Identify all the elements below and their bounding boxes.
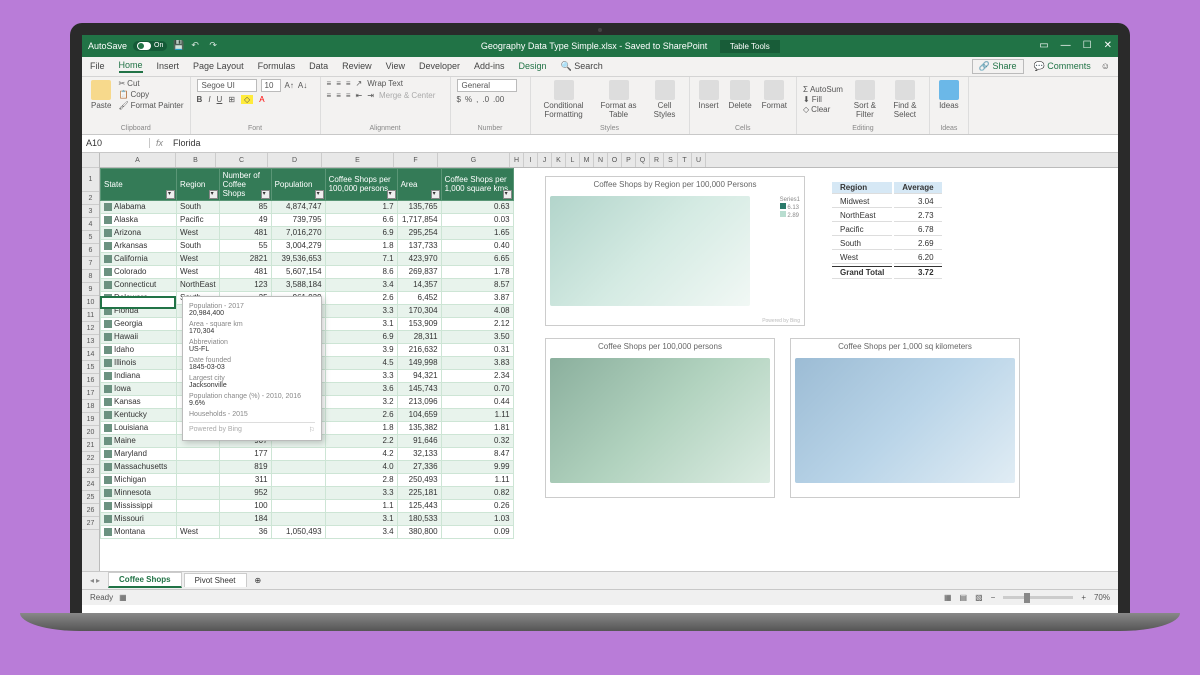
font-size-selector[interactable]: 10 xyxy=(261,79,281,92)
autosave-toggle[interactable]: On xyxy=(133,41,167,51)
column-header[interactable]: Population xyxy=(271,168,325,200)
sheet-tabs: ◂▸ Coffee Shops Pivot Sheet ⊕ xyxy=(82,571,1118,589)
conditional-formatting-button[interactable]: Conditional Formatting xyxy=(537,79,591,120)
ribbon: Paste ✂ Cut 📋 Copy 🖌 Format Painter Clip… xyxy=(82,77,1118,135)
status-ready: Ready xyxy=(90,593,113,602)
account-icon[interactable]: ☺ xyxy=(1101,61,1110,71)
font-selector[interactable]: Segoe UI xyxy=(197,79,257,92)
chart-per-100k-map[interactable]: Coffee Shops per 100,000 persons xyxy=(545,338,775,498)
table-tools-tab[interactable]: Table Tools xyxy=(720,40,780,53)
formula-input[interactable]: Florida xyxy=(169,138,1118,148)
tab-view[interactable]: View xyxy=(386,61,405,71)
clear-button[interactable]: ◇ Clear xyxy=(803,105,843,114)
format-cells-button[interactable]: Format xyxy=(759,79,790,111)
font-color-button[interactable]: A xyxy=(259,95,264,104)
status-bar: Ready ▦ ▦ ▤ ▧ − + 70% xyxy=(82,589,1118,605)
align-top-icon[interactable]: ≡ xyxy=(327,79,332,88)
cut-button[interactable]: ✂ Cut xyxy=(118,79,183,88)
prev-sheet-icon[interactable]: ◂ xyxy=(90,576,94,585)
format-as-table-button[interactable]: Format as Table xyxy=(595,79,643,120)
border-button[interactable]: ⊞ xyxy=(228,95,235,104)
chart-region-map[interactable]: Coffee Shops by Region per 100,000 Perso… xyxy=(545,176,805,326)
maximize-icon[interactable]: ☐ xyxy=(1083,40,1092,51)
sheet-tab-pivot[interactable]: Pivot Sheet xyxy=(184,573,247,587)
zoom-slider[interactable] xyxy=(1003,596,1073,599)
column-header[interactable]: Coffee Shops per 100,000 persons xyxy=(325,168,397,200)
tab-home[interactable]: Home xyxy=(119,60,143,73)
column-header[interactable]: Number of Coffee Shops xyxy=(219,168,271,200)
percent-icon[interactable]: % xyxy=(465,95,472,104)
tab-file[interactable]: File xyxy=(90,61,105,71)
view-page-icon[interactable]: ▤ xyxy=(960,593,968,602)
bold-button[interactable]: B xyxy=(197,95,203,104)
chart-per-1000km-map[interactable]: Coffee Shops per 1,000 sq kilometers xyxy=(790,338,1020,498)
paste-button[interactable]: Paste xyxy=(88,79,114,111)
underline-button[interactable]: U xyxy=(217,95,223,104)
find-select-button[interactable]: Find & Select xyxy=(887,79,923,120)
column-header[interactable]: Region xyxy=(177,168,220,200)
pivot-table[interactable]: RegionAverage Midwest3.04NorthEast2.73Pa… xyxy=(830,180,944,281)
redo-icon[interactable]: ↷ xyxy=(209,40,221,52)
tab-insert[interactable]: Insert xyxy=(157,61,180,71)
tab-design[interactable]: Design xyxy=(519,61,547,71)
name-box[interactable]: A10 xyxy=(82,138,150,148)
comments-button[interactable]: 💬 Comments xyxy=(1034,61,1091,72)
data-card-popup: Population - 201720,984,400 Area - squar… xyxy=(182,296,322,441)
minimize-icon[interactable]: — xyxy=(1061,40,1071,51)
fill-button[interactable]: ⬇ Fill xyxy=(803,95,843,104)
sheet-tab-coffee-shops[interactable]: Coffee Shops xyxy=(108,572,182,588)
zoom-out-icon[interactable]: − xyxy=(991,593,996,602)
active-cell[interactable] xyxy=(100,296,176,309)
tab-data[interactable]: Data xyxy=(309,61,328,71)
sort-filter-button[interactable]: Sort & Filter xyxy=(847,79,883,120)
cell-styles-button[interactable]: Cell Styles xyxy=(647,79,683,120)
ideas-button[interactable]: Ideas xyxy=(936,79,962,111)
tab-addins[interactable]: Add-ins xyxy=(474,61,505,71)
insert-cells-button[interactable]: Insert xyxy=(696,79,722,111)
tab-page-layout[interactable]: Page Layout xyxy=(193,61,244,71)
ribbon-tabs: File Home Insert Page Layout Formulas Da… xyxy=(82,57,1118,77)
decrease-font-icon[interactable]: A↓ xyxy=(298,81,307,90)
column-header[interactable]: Coffee Shops per 1,000 square kms xyxy=(441,168,513,200)
autosum-button[interactable]: Σ AutoSum xyxy=(803,85,843,94)
document-title: Geography Data Type Simple.xlsx - Saved … xyxy=(481,41,707,51)
view-normal-icon[interactable]: ▦ xyxy=(944,593,952,602)
close-icon[interactable]: ✕ xyxy=(1104,40,1112,51)
tab-review[interactable]: Review xyxy=(342,61,372,71)
delete-cells-button[interactable]: Delete xyxy=(726,79,755,111)
zoom-in-icon[interactable]: + xyxy=(1081,593,1086,602)
fill-color-button[interactable]: ◇ xyxy=(241,95,253,104)
column-header[interactable]: Area xyxy=(397,168,441,200)
currency-icon[interactable]: $ xyxy=(457,95,461,104)
view-break-icon[interactable]: ▧ xyxy=(975,593,983,602)
column-header[interactable]: State xyxy=(101,168,177,200)
merge-center-button[interactable]: Merge & Center xyxy=(379,91,435,100)
tab-search[interactable]: 🔍 Search xyxy=(561,61,603,72)
next-sheet-icon[interactable]: ▸ xyxy=(96,576,100,585)
wrap-text-button[interactable]: Wrap Text xyxy=(367,79,403,88)
italic-button[interactable]: I xyxy=(208,95,210,104)
fx-icon[interactable]: fx xyxy=(150,138,169,148)
tab-developer[interactable]: Developer xyxy=(419,61,460,71)
number-format-selector[interactable]: General xyxy=(457,79,517,92)
title-bar: AutoSave On 💾 ↶ ↷ Geography Data Type Si… xyxy=(82,35,1118,57)
zoom-level[interactable]: 70% xyxy=(1094,593,1110,602)
tab-formulas[interactable]: Formulas xyxy=(258,61,296,71)
formula-bar: A10 fx Florida xyxy=(82,135,1118,153)
autosave-label: AutoSave xyxy=(88,41,127,51)
row-headers: 1 23456789101112131415161718192021222324… xyxy=(82,153,100,571)
column-headers: ABCDEFGHIJKLMNOPQRSTU xyxy=(100,153,1118,168)
increase-font-icon[interactable]: A↑ xyxy=(285,81,294,90)
decrease-decimal-icon[interactable]: .00 xyxy=(493,95,504,104)
share-button[interactable]: 🔗 Share xyxy=(972,59,1024,74)
new-sheet-button[interactable]: ⊕ xyxy=(249,576,268,585)
copy-button[interactable]: 📋 Copy xyxy=(118,90,183,99)
undo-icon[interactable]: ↶ xyxy=(191,40,203,52)
increase-decimal-icon[interactable]: .0 xyxy=(482,95,489,104)
format-painter-button[interactable]: 🖌 Format Painter xyxy=(118,101,183,110)
align-left-icon[interactable]: ≡ xyxy=(327,91,332,100)
save-icon[interactable]: 💾 xyxy=(173,40,185,52)
comma-icon[interactable]: , xyxy=(476,95,478,104)
ribbon-options-icon[interactable]: ▭ xyxy=(1039,40,1048,51)
